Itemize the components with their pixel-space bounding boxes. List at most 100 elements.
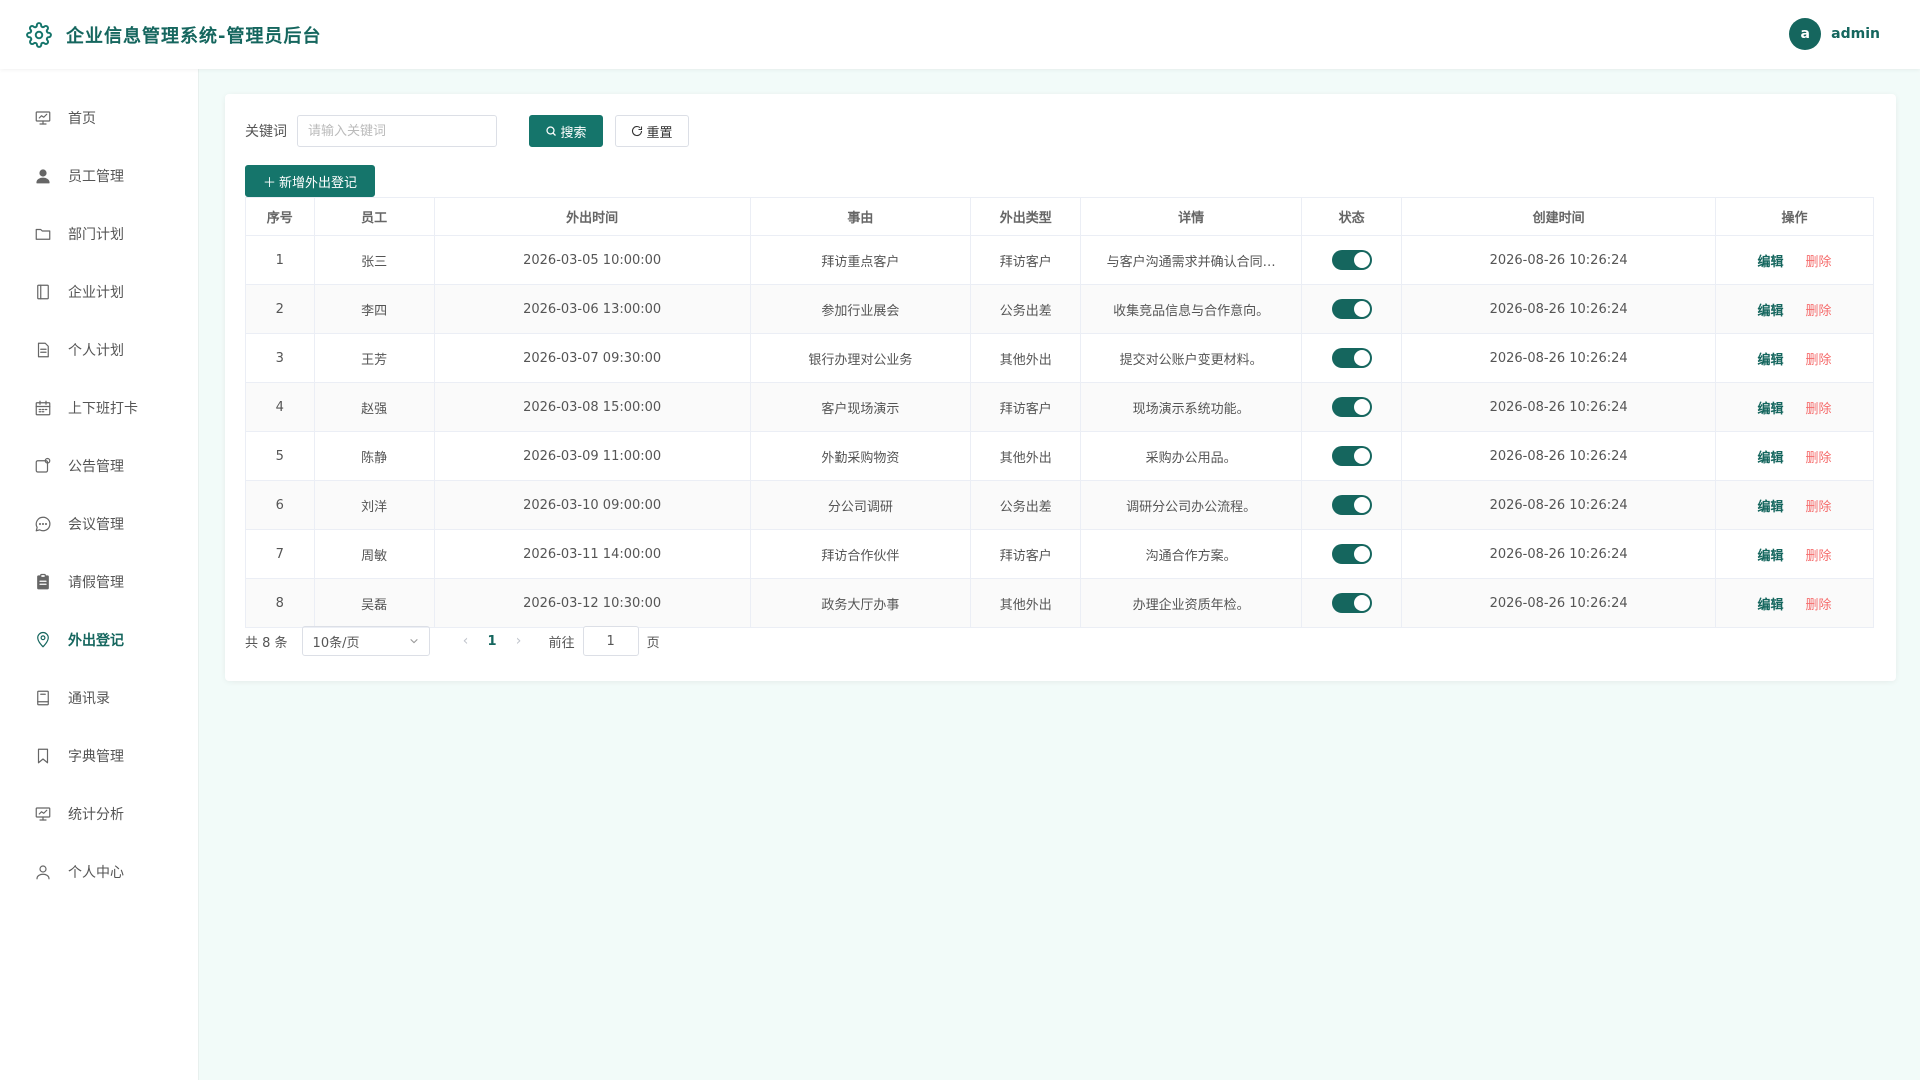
cell-type: 公务出差 [970,480,1082,530]
column-header: 外出类型 [970,197,1082,236]
user-menu[interactable]: a admin [1789,18,1880,50]
delete-button[interactable]: 删除 [1805,549,1831,564]
cell-created: 2026-08-26 10:26:24 [1401,284,1716,334]
sidebar-item-11[interactable]: 通讯录 [0,669,198,727]
edit-button[interactable]: 编辑 [1757,353,1783,368]
edit-button[interactable]: 编辑 [1757,598,1783,613]
username[interactable]: admin [1831,26,1880,42]
cell-actions: 编辑 删除 [1714,284,1875,334]
delete-button[interactable]: 删除 [1805,255,1831,270]
cell-actions: 编辑 删除 [1714,235,1875,285]
cell-out-time: 2026-03-10 09:00:00 [433,480,751,530]
status-toggle[interactable] [1331,299,1372,319]
cell-status [1300,431,1403,481]
reset-button[interactable]: 重置 [615,115,689,147]
column-header: 创建时间 [1401,197,1716,236]
sidebar-item-9[interactable]: 请假管理 [0,553,198,611]
column-header: 外出时间 [433,197,751,236]
user-icon [36,169,50,184]
sidebar-item-label: 会议管理 [68,517,124,533]
sidebar-item-13[interactable]: 统计分析 [0,785,198,843]
sidebar-item-2[interactable]: 员工管理 [0,147,198,205]
cell-index: 6 [245,480,315,530]
presentation-icon [35,111,51,125]
sidebar-item-label: 通讯录 [68,691,110,707]
status-toggle[interactable] [1331,446,1372,466]
sidebar-item-14[interactable]: 个人中心 [0,843,198,901]
cell-detail: 与客户沟通需求并确认合同… [1080,235,1302,285]
cell-status [1300,529,1403,579]
table-row: 6 刘洋 2026-03-10 09:00:00 分公司调研 公务出差 调研分公司办公流程… [245,480,1875,530]
column-header: 状态 [1300,197,1403,236]
goto-page-input[interactable] [582,626,639,656]
notebook-icon [37,284,49,300]
cell-actions: 编辑 删除 [1714,382,1875,432]
delete-button[interactable]: 删除 [1805,402,1831,417]
status-toggle[interactable] [1331,495,1372,515]
main-card: 关键词 搜索 重置 ＋ 新增外出登记 序号员工外出时间事由外出类型详情状态创建时… [225,94,1896,681]
sidebar-item-5[interactable]: 个人计划 [0,321,198,379]
sidebar-item-label: 统计分析 [68,807,124,823]
cell-type: 拜访客户 [970,235,1082,285]
cell-reason: 银行办理对公业务 [749,333,972,383]
edit-button[interactable]: 编辑 [1757,304,1783,319]
status-toggle[interactable] [1331,250,1372,270]
sidebar-item-1[interactable]: 首页 [0,89,198,147]
cell-employee: 张三 [313,235,435,285]
cell-employee: 王芳 [313,333,435,383]
cell-detail: 办理企业资质年检。 [1080,578,1302,628]
add-outing-button[interactable]: ＋ 新增外出登记 [245,165,375,197]
page-size-select[interactable]: 10条/页 [301,626,430,656]
delete-button[interactable]: 删除 [1805,598,1831,613]
sidebar-item-3[interactable]: 部门计划 [0,205,198,263]
sidebar-item-7[interactable]: 公告管理 [0,437,198,495]
sidebar-item-label: 个人计划 [68,343,124,359]
folder-icon [35,228,51,240]
next-page-button[interactable]: › [509,633,529,649]
edit-button[interactable]: 编辑 [1757,402,1783,417]
total-count: 共 8 条 [245,635,288,651]
delete-button[interactable]: 删除 [1805,451,1831,466]
edit-button[interactable]: 编辑 [1757,451,1783,466]
sidebar-item-6[interactable]: 上下班打卡 [0,379,198,437]
prev-page-button[interactable]: ‹ [456,633,476,649]
status-toggle[interactable] [1331,397,1372,417]
table-row: 7 周敏 2026-03-11 14:00:00 拜访合作伙伴 拜访客户 沟通合作方案。 2… [245,529,1875,579]
cell-out-time: 2026-03-11 14:00:00 [433,529,751,579]
status-toggle[interactable] [1331,593,1372,613]
sidebar-item-label: 个人中心 [68,865,124,881]
delete-button[interactable]: 删除 [1805,304,1831,319]
cell-actions: 编辑 删除 [1714,578,1875,628]
sidebar-item-10[interactable]: 外出登记 [0,611,198,669]
edit-button[interactable]: 编辑 [1757,500,1783,515]
edit-button[interactable]: 编辑 [1757,549,1783,564]
search-bar: 关键词 搜索 重置 [245,115,689,147]
sidebar-item-4[interactable]: 企业计划 [0,263,198,321]
goto-label: 前往 [548,635,575,651]
edit-button[interactable]: 编辑 [1757,255,1783,270]
status-toggle[interactable] [1331,348,1372,368]
avatar[interactable]: a [1789,18,1822,50]
delete-button[interactable]: 删除 [1805,500,1831,515]
search-button[interactable]: 搜索 [529,115,603,147]
bookmark-icon [37,748,49,764]
cell-out-time: 2026-03-08 15:00:00 [433,382,751,432]
cell-index: 2 [245,284,315,334]
table-row: 2 李四 2026-03-06 13:00:00 参加行业展会 公务出差 收集竞品信息与合… [245,284,1875,334]
page-number[interactable]: 1 [488,634,497,649]
plus-icon: ＋ [262,175,276,191]
pagination: 共 8 条 10条/页 ‹ 1 › 前往 页 [245,626,660,656]
delete-button[interactable]: 删除 [1805,353,1831,368]
keyword-input[interactable] [297,115,497,147]
sidebar-item-label: 员工管理 [68,169,124,185]
cell-employee: 赵强 [313,382,435,432]
cell-out-time: 2026-03-05 10:00:00 [433,235,751,285]
cell-type: 拜访客户 [970,382,1082,432]
status-toggle[interactable] [1331,544,1372,564]
cell-type: 其他外出 [970,431,1082,481]
sidebar-item-8[interactable]: 会议管理 [0,495,198,553]
sidebar-item-label: 首页 [68,111,96,127]
cell-type: 公务出差 [970,284,1082,334]
sidebar-item-12[interactable]: 字典管理 [0,727,198,785]
cell-type: 拜访客户 [970,529,1082,579]
